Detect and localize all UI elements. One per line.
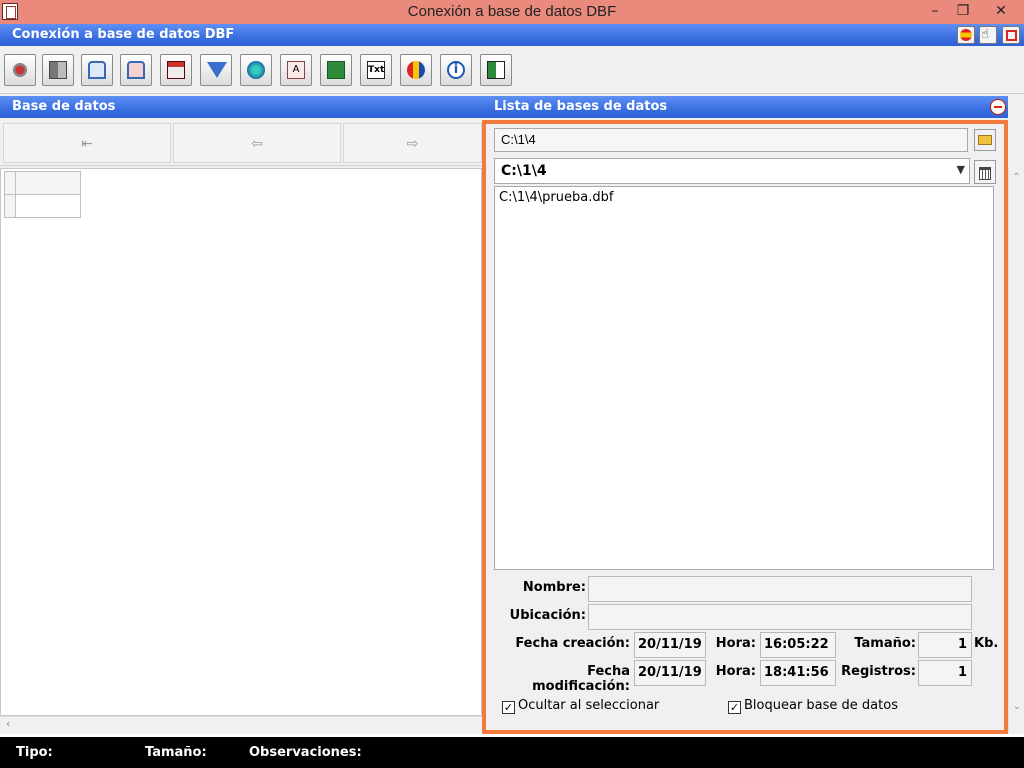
first-arrow-icon: ⇤ [81,136,93,152]
prev-record-button[interactable]: ⇦ [173,123,341,163]
excel-button[interactable] [320,54,352,86]
fecha-creacion-label: Fecha creación: [515,636,630,651]
font-button[interactable]: A [280,54,312,86]
right-panel-header: Lista de bases de datos [482,96,1008,118]
app-header: Conexión a base de datos DBF ☝ [0,24,1024,46]
hora-modificacion-field[interactable]: 18:41:56 [760,660,836,686]
fecha-modificacion-field[interactable]: 20/11/19 [634,660,706,686]
language-button[interactable] [957,26,975,44]
filter-button[interactable] [200,54,232,86]
registros-field[interactable]: 1 [918,660,972,686]
left-panel-title: Base de datos [12,99,116,114]
bloquear-checkbox[interactable]: ✓ Bloquear base de datos [728,698,898,714]
status-observaciones: Observaciones: [249,745,362,760]
txt-icon: Txt [367,61,385,79]
close-button[interactable]: ✕ [986,0,1016,22]
tamano-label: Tamaño: [854,636,916,651]
right-panel-title: Lista de bases de datos [494,99,668,114]
globe-button[interactable] [240,54,272,86]
list-item[interactable]: C:\1\4\prueba.dbf [499,190,989,205]
scroll-down-icon[interactable]: ⌄ [1009,701,1024,712]
fecha-creacion-field[interactable]: 20/11/19 [634,632,706,658]
minimize-button[interactable]: – [920,0,950,22]
db-export-button[interactable] [120,54,152,86]
prev-arrow-icon: ⇦ [251,136,263,152]
next-record-button[interactable]: ⇨ [343,123,482,163]
path-combobox-value: C:\1\4 [501,163,547,179]
info-button[interactable]: i [440,54,472,86]
tamano-field[interactable]: 1 [918,632,972,658]
hora-creacion-label: Hora: [715,636,756,651]
folder-icon [978,135,992,145]
ocultar-checkbox[interactable]: ✓ Ocultar al seleccionar [502,698,659,714]
status-tipo: Tipo: [16,745,53,760]
status-tamano: Tamaño: [145,745,207,760]
app-header-title: Conexión a base de datos DBF [12,27,235,42]
ubicacion-label: Ubicación: [509,608,586,623]
hand-pointer-icon: ☝ [981,27,989,42]
toolbar: A Txt i [0,46,1024,94]
filter-icon [207,62,227,78]
delete-button[interactable] [160,54,192,86]
restore-button[interactable]: ❐ [948,0,978,22]
remove-path-button[interactable] [974,160,996,184]
window-title: Conexión a base de datos DBF [407,3,617,20]
window-titlebar[interactable]: Conexión a base de datos DBF – ❐ ✕ [0,0,1024,24]
chevron-down-icon[interactable]: ▼ [957,163,965,176]
kb-label: Kb. [974,636,999,651]
path-field[interactable]: C:\1\4 [494,128,968,152]
checkbox-checked-icon[interactable]: ✓ [502,701,515,714]
registros-label: Registros: [841,664,916,679]
database-list-panel: C:\1\4 C:\1\4 ▼ C:\1\4\prueba.dbf Nombre… [482,120,1008,734]
windows-close-icon [1006,30,1017,41]
spain-flag-icon [960,29,972,41]
connect-button[interactable] [4,54,36,86]
first-record-button[interactable]: ⇤ [3,123,171,163]
vertical-scrollbar[interactable]: ⌃ ⌄ [1008,168,1024,732]
scroll-left-icon[interactable]: ‹ [6,717,10,730]
nombre-label: Nombre: [522,580,586,595]
globe-icon [247,61,265,79]
window-close-button[interactable] [1002,26,1020,44]
next-arrow-icon: ⇨ [406,136,419,152]
nombre-field[interactable] [588,576,972,602]
browse-folder-button[interactable] [974,129,996,151]
hand-button[interactable]: ☝ [979,26,997,44]
db-open-button[interactable] [81,54,113,86]
ocultar-label: Ocultar al seleccionar [518,698,660,713]
bloquear-label: Bloquear base de datos [744,698,898,713]
panel-close-icon[interactable] [990,99,1006,115]
font-icon: A [287,61,305,79]
path-combobox[interactable]: C:\1\4 ▼ [494,158,970,184]
trash-icon [979,167,991,180]
grid-cell[interactable] [15,194,81,218]
exit-icon [487,61,505,79]
status-bar: Tipo: Tamaño: Observaciones: [0,734,1024,768]
record-navigator: ⇤ ⇦ ⇨ [0,120,482,166]
info-icon: i [447,61,465,79]
connect-icon [11,61,29,79]
grid-icon [49,61,67,79]
flags-icon [407,61,425,79]
hora-creacion-field[interactable]: 16:05:22 [760,632,836,658]
scroll-up-icon[interactable]: ⌃ [1009,168,1024,183]
db-open-icon [88,61,106,79]
data-grid[interactable] [0,168,482,716]
excel-icon [327,61,345,79]
grid-button[interactable] [42,54,74,86]
db-export-icon [127,61,145,79]
exit-button[interactable] [480,54,512,86]
horizontal-scrollbar[interactable]: ‹ [0,716,482,732]
fecha-modificacion-label: Fecha modificación: [532,664,630,694]
left-panel-header: Base de datos [0,96,482,118]
hora-modificacion-label: Hora: [715,664,756,679]
flags-button[interactable] [400,54,432,86]
checkbox-checked-icon[interactable]: ✓ [728,701,741,714]
ubicacion-field[interactable] [588,604,972,630]
txt-button[interactable]: Txt [360,54,392,86]
delete-icon [167,61,185,79]
grid-header-cell[interactable] [15,171,81,195]
file-list[interactable]: C:\1\4\prueba.dbf [494,186,994,570]
